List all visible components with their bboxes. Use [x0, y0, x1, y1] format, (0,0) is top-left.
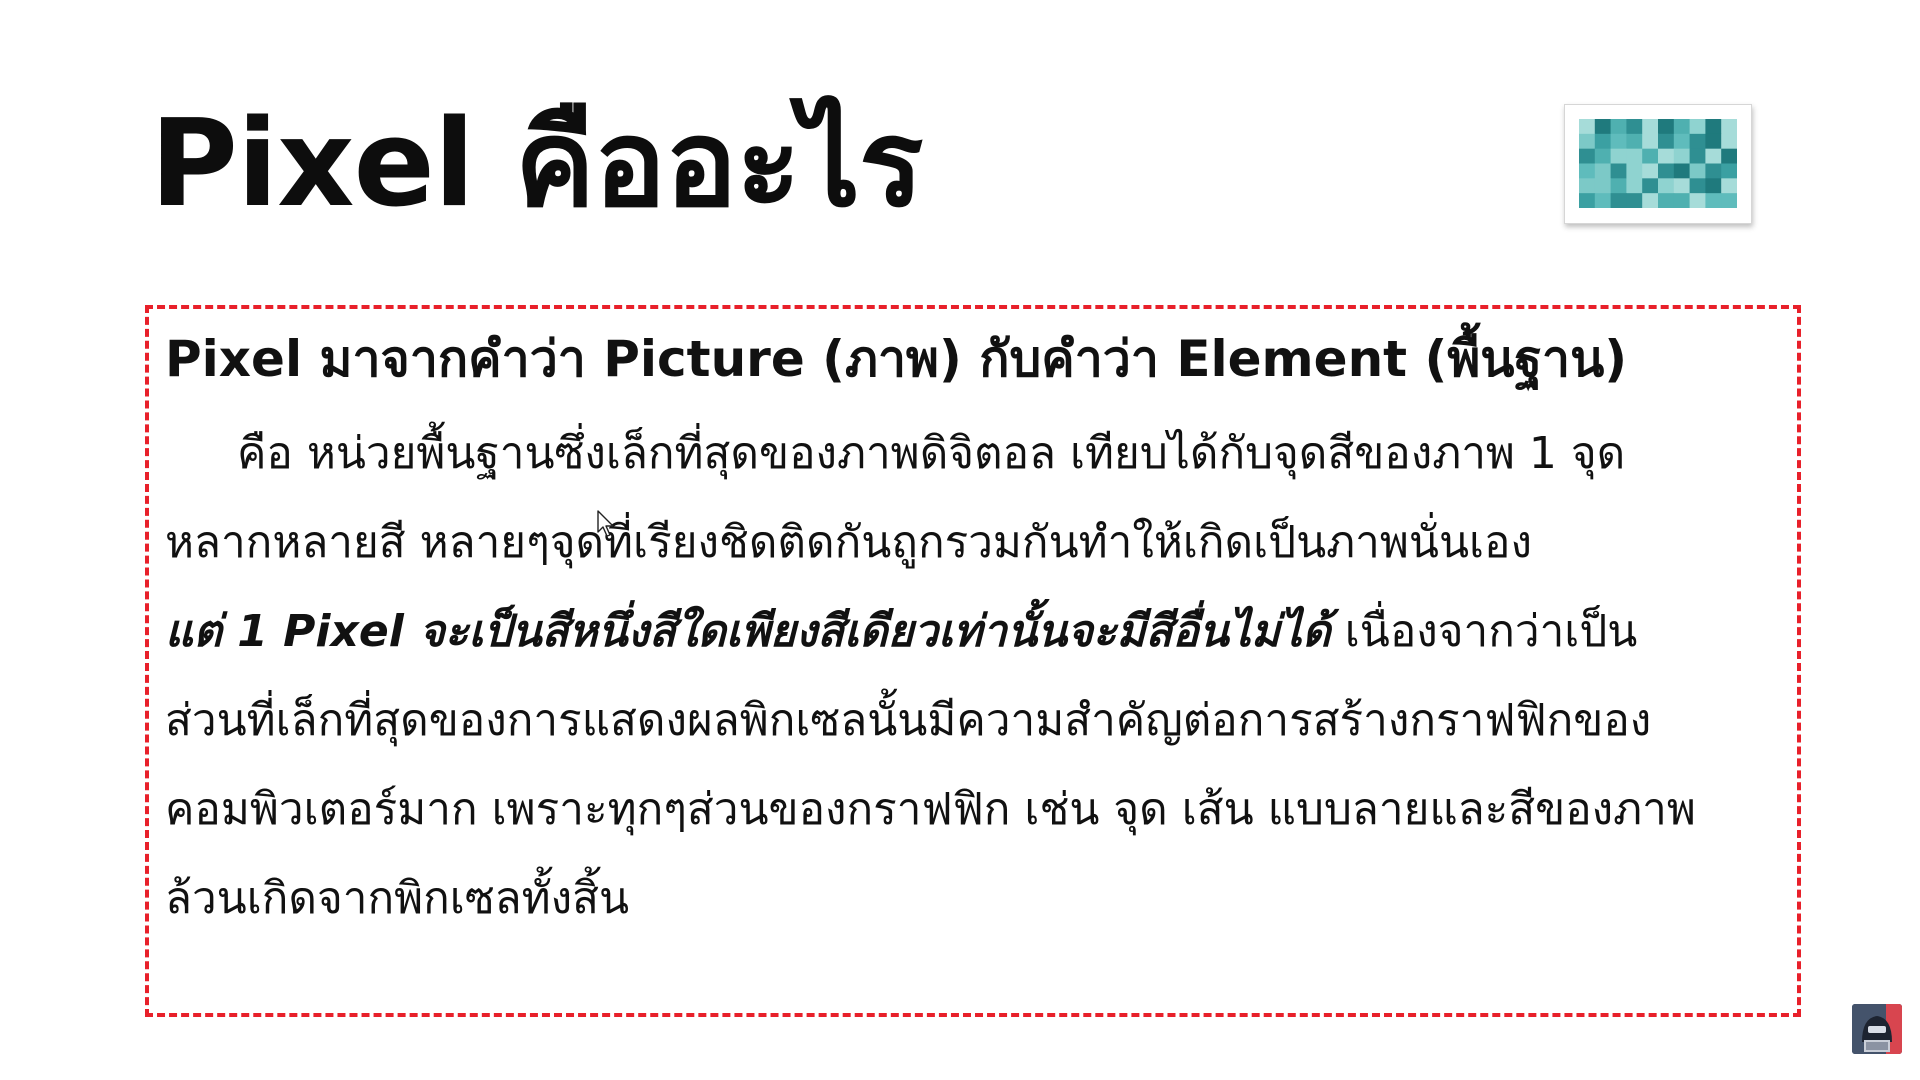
body-line-6: ล้วนเกิดจากพิกเซลทั้งสิ้น — [165, 873, 630, 924]
presenter-avatar — [1852, 1004, 1902, 1054]
body-line-2: หลากหลายสี หลายๆจุดที่เรียงชิดติดกันถูกร… — [165, 517, 1532, 568]
definition-heading: Pixel มาจากคำว่า Picture (ภาพ) กับคำว่า … — [165, 330, 1628, 388]
body-line-3: แต่ 1 Pixel จะเป็นสีหนึ่งสีใดเพียงสีเดีย… — [165, 587, 1795, 676]
body-line-3-rest: เนื่องจากว่าเป็น — [1330, 606, 1638, 657]
definition-box: Pixel มาจากคำว่า Picture (ภาพ) กับคำว่า … — [145, 305, 1801, 1017]
body-line-5: คอมพิวเตอร์มาก เพราะทุกๆส่วนของกราฟฟิก เ… — [165, 784, 1696, 835]
emphasis-text: แต่ 1 Pixel จะเป็นสีหนึ่งสีใดเพียงสีเดีย… — [165, 606, 1331, 657]
hacker-avatar-icon — [1852, 1004, 1902, 1054]
body-line-1: คือ หน่วยพื้นฐานซึ่งเล็กที่สุดของภาพดิจิ… — [237, 428, 1626, 479]
body-line-4: ส่วนที่เล็กที่สุดของการแสดงผลพิกเซลนั้นม… — [165, 695, 1652, 746]
slide-title: Pixel คืออะไร — [150, 95, 923, 234]
mouse-cursor-icon — [597, 510, 614, 537]
pixelated-image-icon — [1579, 119, 1737, 208]
definition-body: คือ หน่วยพื้นฐานซึ่งเล็กที่สุดของภาพดิจิ… — [165, 409, 1795, 943]
pixelated-image-thumbnail — [1564, 104, 1752, 224]
